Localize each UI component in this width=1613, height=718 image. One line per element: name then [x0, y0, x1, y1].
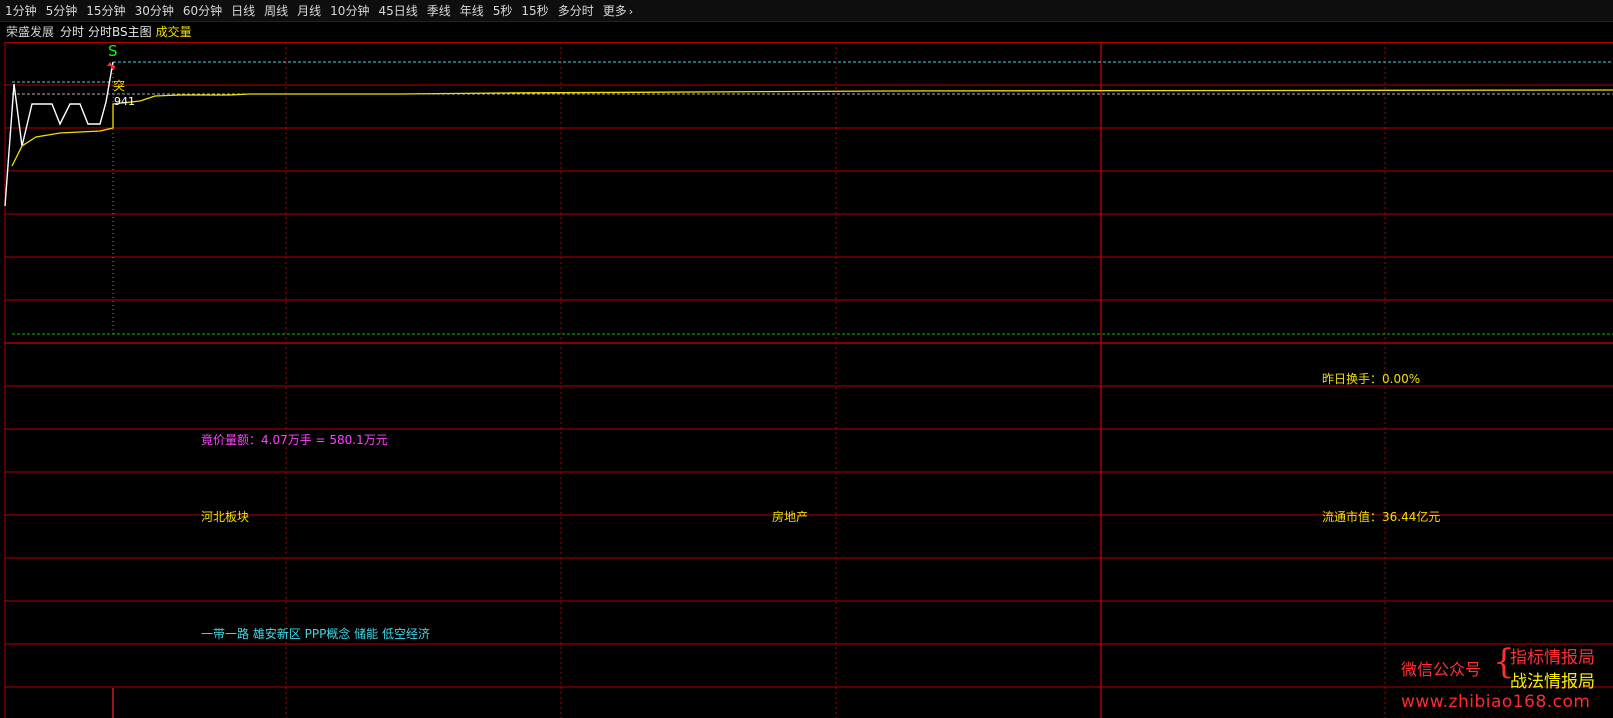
sector-region: 河北板块	[201, 510, 250, 524]
price-line	[4, 61, 114, 207]
float-market-cap: 流通市值：36.44亿元	[1322, 510, 1441, 524]
watermark-name2: 战法情报局	[1510, 672, 1595, 692]
watermark-site: www.zhibiao168.com	[1401, 692, 1591, 712]
watermark-wechat: 微信公众号	[1401, 660, 1482, 679]
sell-signal-marker: S	[108, 42, 118, 60]
turnover-yesterday: 昨日换手：0.00%	[1322, 372, 1421, 386]
concept-tags: 一带一路 雄安新区 PPP概念 储能 低空经济	[201, 627, 430, 641]
breakout-label: 突	[113, 78, 125, 93]
intraday-chart[interactable]: S 突 941	[0, 0, 1613, 718]
volume-value-label: 941	[114, 95, 135, 108]
signal-dot	[111, 65, 115, 69]
auction-volume-amount: 竟价量额：4.07万手 = 580.1万元	[201, 433, 388, 447]
watermark-name1: 指标情报局	[1510, 648, 1595, 668]
sector-industry: 房地产	[772, 510, 809, 524]
